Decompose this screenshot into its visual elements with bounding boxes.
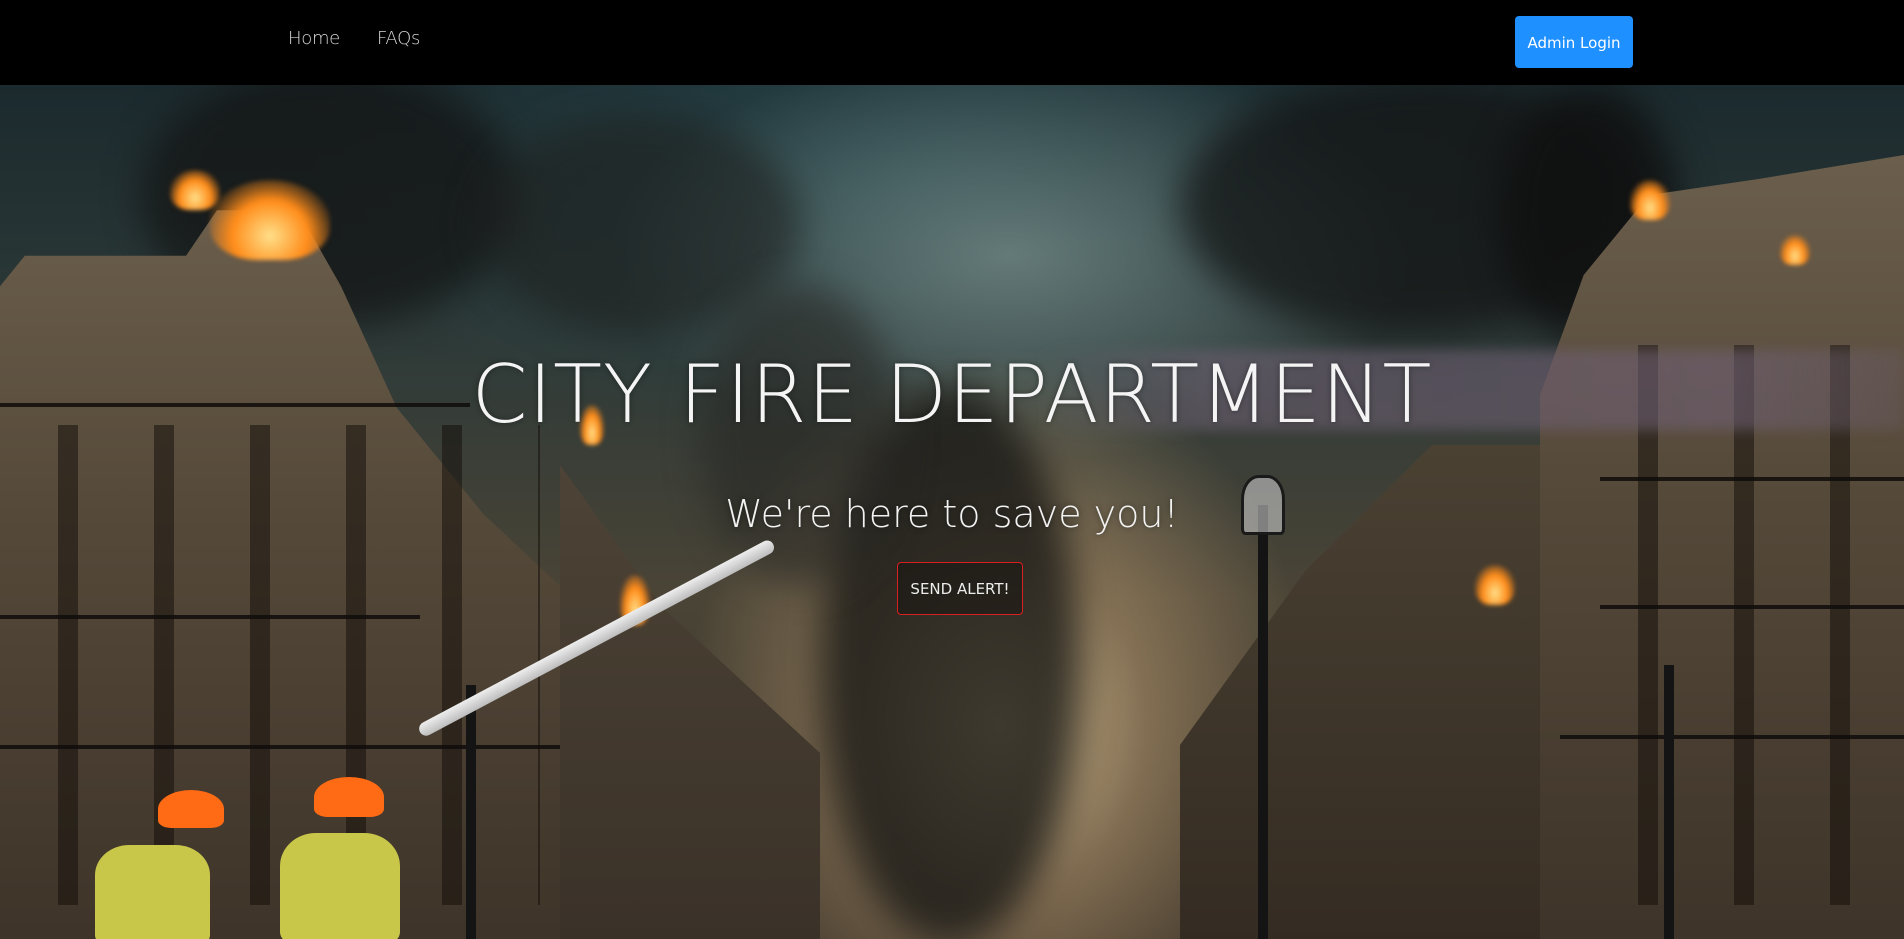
send-alert-button[interactable]: SEND ALERT! (897, 562, 1023, 615)
nav-link-faqs[interactable]: FAQs (377, 28, 420, 49)
top-navbar: Home FAQs Admin Login (0, 0, 1904, 85)
admin-login-button[interactable]: Admin Login (1515, 16, 1633, 68)
hero-section: CITY FIRE DEPARTMENT We're here to save … (0, 85, 1904, 939)
hero-subtitle: We're here to save you! (725, 492, 1179, 536)
nav-link-home[interactable]: Home (288, 28, 340, 49)
hero-title: CITY FIRE DEPARTMENT (471, 348, 1433, 441)
